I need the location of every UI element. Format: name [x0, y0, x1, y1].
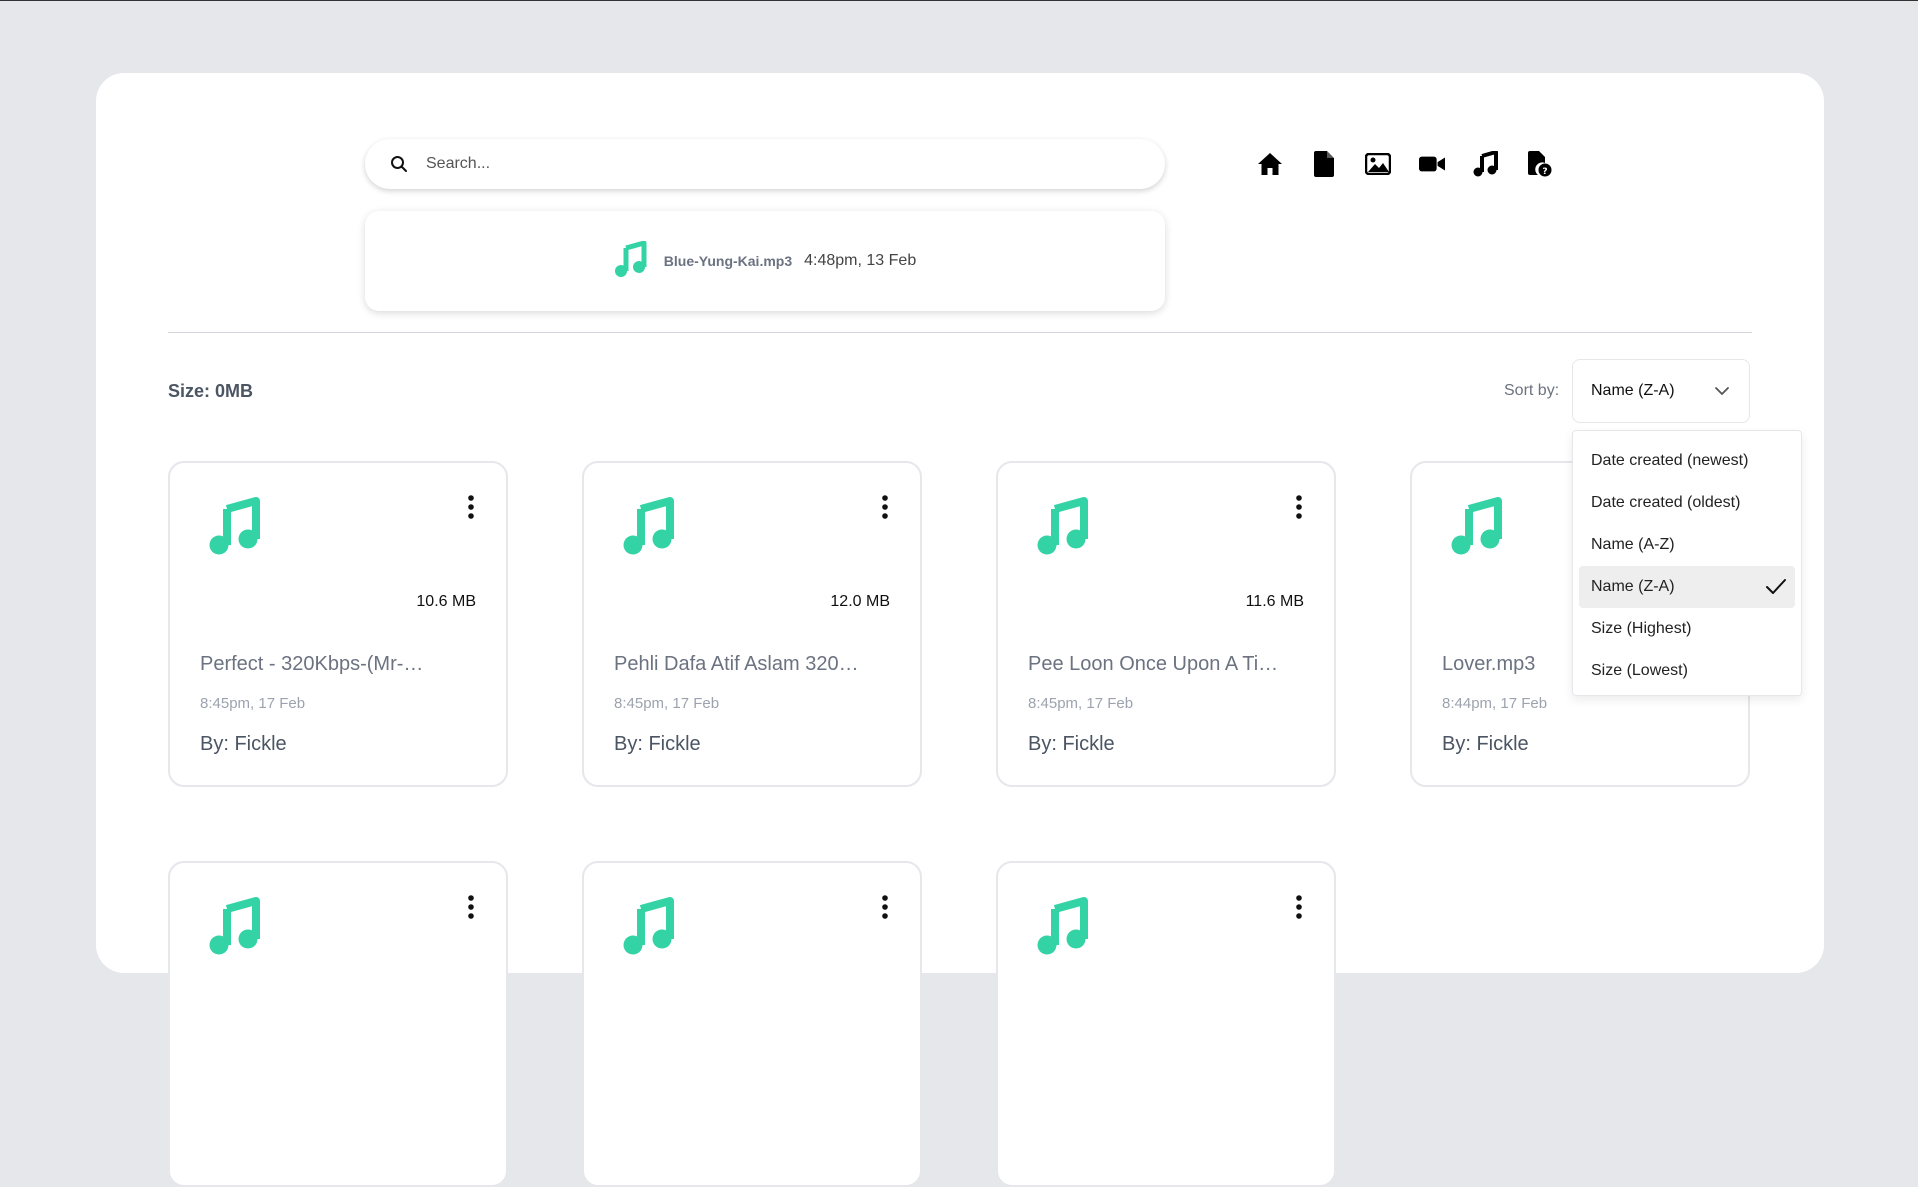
music-note-icon	[623, 497, 674, 555]
file-owner: By: Fickle	[1442, 733, 1529, 755]
file-owner: By: Fickle	[1028, 733, 1115, 755]
sort-option-size-highest[interactable]: Size (Highest)	[1579, 608, 1795, 650]
unknown-file-icon[interactable]: ?	[1527, 151, 1553, 177]
chevron-down-icon	[1715, 387, 1729, 395]
file-card[interactable]: 11.6 MB Pee Loon Once Upon A Ti… 8:45pm,…	[996, 461, 1336, 787]
home-icon[interactable]	[1257, 151, 1283, 177]
recent-file-time: 4:48pm, 13 Feb	[804, 252, 917, 269]
sort-selected-value: Name (Z-A)	[1591, 382, 1675, 399]
sort-option-date-newest[interactable]: Date created (newest)	[1579, 440, 1795, 482]
video-icon[interactable]	[1419, 151, 1445, 177]
sort-option-name-az[interactable]: Name (A-Z)	[1579, 524, 1795, 566]
music-note-icon	[1451, 497, 1502, 555]
music-note-icon	[1037, 897, 1088, 955]
file-card[interactable]	[996, 861, 1336, 1187]
music-note-icon	[209, 897, 260, 955]
file-card[interactable]	[582, 861, 922, 1187]
file-title: Perfect - 320Kbps-(Mr-…	[200, 653, 424, 675]
recent-file-name: Blue-Yung-Kai.mp3	[663, 253, 793, 269]
svg-text:?: ?	[1542, 167, 1547, 177]
sort-select[interactable]: Name (Z-A)	[1572, 359, 1750, 423]
sort-option-label: Name (Z-A)	[1591, 578, 1675, 595]
file-size: 12.0 MB	[830, 593, 890, 610]
recent-file-result[interactable]: Blue-Yung-Kai.mp3 4:48pm, 13 Feb	[365, 211, 1165, 311]
more-options-icon[interactable]	[466, 495, 476, 519]
document-icon[interactable]	[1311, 151, 1337, 177]
music-note-icon	[1037, 497, 1088, 555]
sort-option-label: Name (A-Z)	[1591, 536, 1675, 553]
file-date: 8:45pm, 17 Feb	[1028, 695, 1134, 712]
file-size: 11.6 MB	[1245, 593, 1304, 610]
more-options-icon[interactable]	[880, 495, 890, 519]
more-options-icon[interactable]	[880, 895, 890, 919]
more-options-icon[interactable]	[466, 895, 476, 919]
music-note-icon	[614, 240, 648, 282]
sort-option-label: Size (Lowest)	[1591, 662, 1688, 679]
music-icon[interactable]	[1473, 151, 1499, 177]
file-date: 8:45pm, 17 Feb	[614, 695, 720, 712]
sort-option-label: Date created (oldest)	[1591, 494, 1741, 511]
file-date: 8:44pm, 17 Feb	[1442, 695, 1548, 712]
image-icon[interactable]	[1365, 151, 1391, 177]
file-date: 8:45pm, 17 Feb	[200, 695, 306, 712]
sort-option-size-lowest[interactable]: Size (Lowest)	[1579, 650, 1795, 692]
file-card[interactable]	[168, 861, 508, 1187]
sort-by-label: Sort by:	[1504, 382, 1560, 399]
file-owner: By: Fickle	[200, 733, 287, 755]
divider	[168, 332, 1752, 333]
search-bar[interactable]	[365, 139, 1165, 189]
sort-option-label: Size (Highest)	[1591, 620, 1692, 637]
search-icon	[390, 155, 408, 173]
file-title: Pee Loon Once Upon A Ti…	[1028, 653, 1279, 675]
checkmark-icon	[1766, 579, 1786, 594]
music-note-icon	[209, 497, 260, 555]
file-card[interactable]: 12.0 MB Pehli Dafa Atif Aslam 320… 8:45p…	[582, 461, 922, 787]
sort-option-date-oldest[interactable]: Date created (oldest)	[1579, 482, 1795, 524]
music-note-icon	[623, 897, 674, 955]
sort-option-label: Date created (newest)	[1591, 452, 1749, 469]
search-input[interactable]	[424, 154, 1165, 174]
sort-option-name-za[interactable]: Name (Z-A)	[1579, 566, 1795, 608]
sort-dropdown-menu: Date created (newest) Date created (olde…	[1572, 430, 1802, 696]
file-title: Pehli Dafa Atif Aslam 320…	[614, 653, 859, 675]
file-owner: By: Fickle	[614, 733, 701, 755]
file-type-nav: ?	[1257, 149, 1553, 179]
file-size: 10.6 MB	[416, 593, 476, 610]
more-options-icon[interactable]	[1294, 895, 1304, 919]
more-options-icon[interactable]	[1294, 495, 1304, 519]
file-card[interactable]: 10.6 MB Perfect - 320Kbps-(Mr-… 8:45pm, …	[168, 461, 508, 787]
total-size-label: Size: 0MB	[168, 381, 254, 401]
